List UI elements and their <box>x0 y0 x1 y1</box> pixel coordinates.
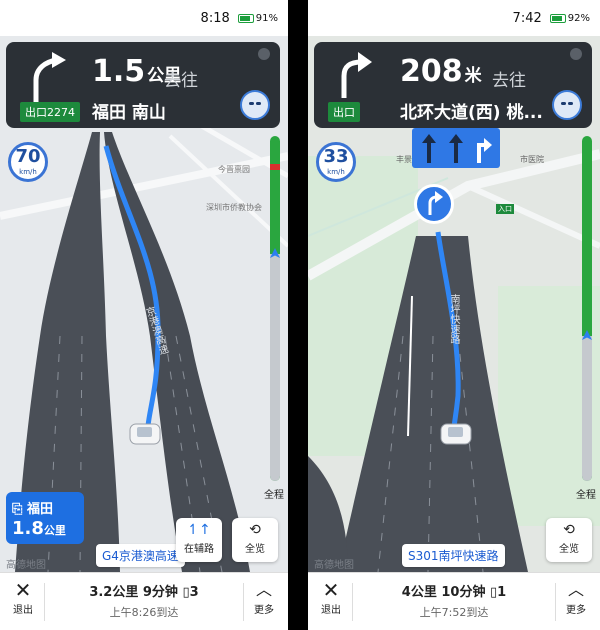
route-overview-icon: ⟲ <box>563 522 575 538</box>
junction-turn-marker <box>414 184 454 224</box>
status-bar: 8:18 91% <box>0 0 288 36</box>
exit-badge: 出口2274 <box>20 102 80 122</box>
clock: 7:42 <box>512 10 542 26</box>
close-icon: ✕ <box>14 578 32 602</box>
goto-label: 去往 <box>164 71 198 91</box>
amap-logo: 高德地图 <box>6 560 46 571</box>
battery-indicator: 92% <box>549 13 590 24</box>
speed-indicator: 33 km/h <box>316 142 356 182</box>
congestion-segment <box>270 164 280 170</box>
destination-card[interactable]: ⎘ 福田 1.8公里 <box>6 492 84 544</box>
turn-guidance-panel[interactable]: 出口2274 1.5 公里 去往 福田 南山 <box>6 42 280 128</box>
traveled-segment <box>582 336 592 481</box>
next-road-name: 福田 南山 <box>92 103 166 123</box>
battery-indicator: 91% <box>237 13 278 24</box>
slight-right-turn-icon <box>33 52 66 102</box>
entry-badge: 入口 <box>496 204 514 214</box>
assistant-icon[interactable] <box>552 90 582 120</box>
goto-label: 去往 <box>492 71 526 91</box>
overview-button[interactable]: ⟲ 全览 <box>232 518 278 562</box>
status-bar: 7:42 92% <box>308 0 600 36</box>
fullroute-label: 全程 <box>576 490 596 501</box>
lane-guidance-board <box>412 128 500 168</box>
close-icon: ✕ <box>322 578 340 602</box>
fullroute-label: 全程 <box>264 490 284 501</box>
road-label-on-map: 南坪快速路 <box>448 294 459 344</box>
right-screen: 丰景台 市医院 入口 南坪快速路 7:42 92% 出口 208 米 去往 北环大… <box>308 0 600 630</box>
more-button[interactable]: ︿ 更多 <box>560 579 592 616</box>
exit-navigation-button[interactable]: ✕ 退出 <box>8 579 38 616</box>
turn-guidance-panel[interactable]: 出口 208 米 去往 北环大道(西) 桃... <box>314 42 592 128</box>
right-turn-icon <box>341 52 372 98</box>
bottom-bar: ✕ 退出 3.2公里 9分钟 ▯3 上午8:26到达 ︿ 更多 <box>0 572 288 630</box>
lane-right-turn-icon <box>476 138 492 163</box>
lane-straight-icon <box>422 134 437 163</box>
poi-label: 市医院 <box>520 155 544 164</box>
side-road-button[interactable]: ↿↑ 在辅路 <box>176 518 222 562</box>
route-overview-icon: ⟲ <box>249 522 261 538</box>
voice-icon[interactable] <box>258 48 270 60</box>
trip-summary: 4公里 10分钟 ▯1 上午7:52到达 <box>401 585 507 619</box>
next-road-name: 北环大道(西) 桃... <box>400 103 543 123</box>
current-road-name: G4京港澳高速 <box>96 544 185 567</box>
battery-icon <box>549 13 566 23</box>
clock: 8:18 <box>200 10 230 26</box>
lane-straight-icon <box>448 134 463 163</box>
battery-icon <box>237 13 254 23</box>
assistant-icon[interactable] <box>240 90 270 120</box>
turn-distance: 208 米 <box>400 54 482 89</box>
chevron-up-icon: ︿ <box>567 580 584 599</box>
bottom-bar: ✕ 退出 4公里 10分钟 ▯1 上午7:52到达 ︿ 更多 <box>308 572 600 630</box>
speed-indicator: 70 km/h <box>8 142 48 182</box>
traveled-segment <box>270 254 280 481</box>
chevron-up-icon: ︿ <box>255 580 272 599</box>
voice-icon[interactable] <box>570 48 582 60</box>
side-road-icon: ↿↑ <box>187 522 211 538</box>
destination-distance: 1.8公里 <box>12 518 66 539</box>
exit-navigation-button[interactable]: ✕ 退出 <box>316 579 346 616</box>
overview-button[interactable]: ⟲ 全览 <box>546 518 592 562</box>
exit-badge: 出口 <box>328 102 360 122</box>
trip-summary: 3.2公里 9分钟 ▯3 上午8:26到达 <box>89 585 199 619</box>
left-screen: 今晋禀园 深圳市侨教协会 京港澳高速 8:18 91% 出口2274 1.5 公里… <box>0 0 288 630</box>
poi-label: 今晋禀园 <box>218 165 250 174</box>
amap-logo: 高德地图 <box>314 560 354 571</box>
current-road-name: S301南坪快速路 <box>402 544 505 567</box>
poi-label: 深圳市侨教协会 <box>206 203 262 212</box>
destination-name: ⎘ 福田 <box>12 502 53 517</box>
traffic-progress-bar <box>270 136 280 481</box>
traffic-progress-bar <box>582 136 592 481</box>
traffic-light-icon: ▯ <box>182 585 190 600</box>
more-button[interactable]: ︿ 更多 <box>248 579 280 616</box>
